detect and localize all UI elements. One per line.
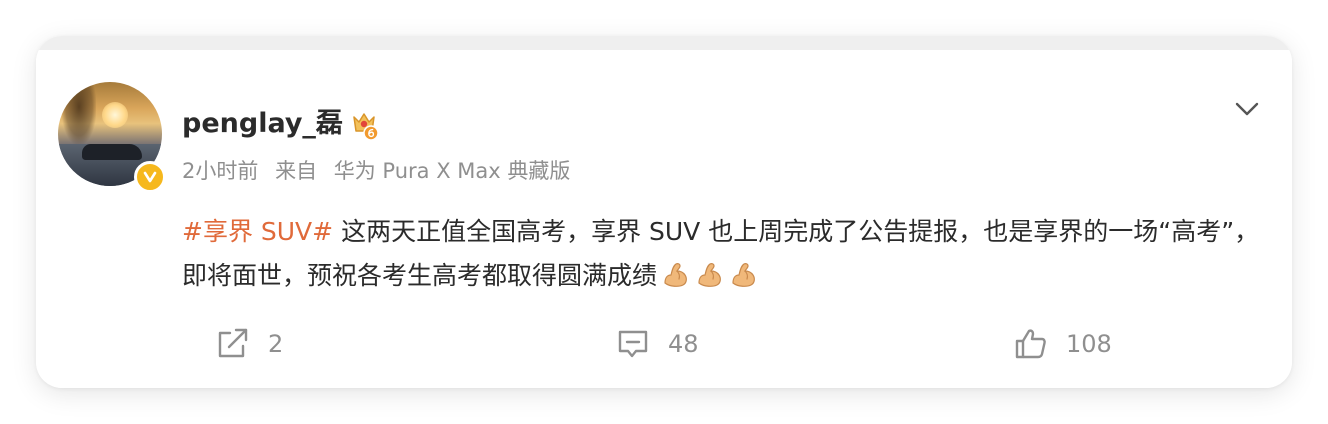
post-card[interactable]: penglay_磊 2小时前 来自 华为 Pura X Max 典藏版 #享界 …	[36, 36, 1292, 388]
like-count: 108	[1066, 330, 1112, 358]
username[interactable]: penglay_磊	[182, 107, 343, 141]
repost-icon	[218, 328, 248, 358]
comment-count: 48	[668, 330, 699, 358]
verified-v-icon	[134, 161, 166, 193]
level-6-badge-icon	[348, 109, 380, 141]
more-options-chevron-down-icon[interactable]	[1232, 98, 1262, 120]
thumbs-up-icon	[1015, 329, 1046, 359]
card-body: penglay_磊 2小时前 来自 华为 Pura X Max 典藏版 #享界 …	[36, 50, 1292, 388]
post-meta: 2小时前 来自 华为 Pura X Max 典藏版	[182, 156, 580, 186]
avatar-tree	[62, 82, 96, 144]
flexed-biceps-icon	[661, 259, 691, 289]
post-time: 2小时前	[182, 159, 259, 183]
flexed-biceps-icon	[729, 259, 759, 289]
avatar-sun	[102, 102, 128, 128]
source-prefix: 来自	[275, 159, 318, 183]
hashtag-link[interactable]: #享界 SUV#	[182, 217, 333, 246]
flexed-biceps-icon	[695, 259, 725, 289]
screen: penglay_磊 2小时前 来自 华为 Pura X Max 典藏版 #享界 …	[0, 0, 1328, 424]
post-content: #享界 SUV# 这两天正值全国高考，享界 SUV 也上周完成了公告提报，也是享…	[182, 210, 1262, 298]
comment-icon	[618, 330, 648, 358]
card-top-edge	[36, 36, 1292, 50]
repost-count: 2	[268, 330, 284, 358]
avatar-car	[82, 144, 142, 160]
comment-button[interactable]: 48	[616, 324, 699, 364]
like-button[interactable]: 108	[1014, 324, 1112, 364]
repost-button[interactable]: 2	[216, 324, 283, 364]
source-device[interactable]: 华为 Pura X Max 典藏版	[334, 159, 571, 183]
action-bar: 2 48 108	[36, 324, 1292, 364]
